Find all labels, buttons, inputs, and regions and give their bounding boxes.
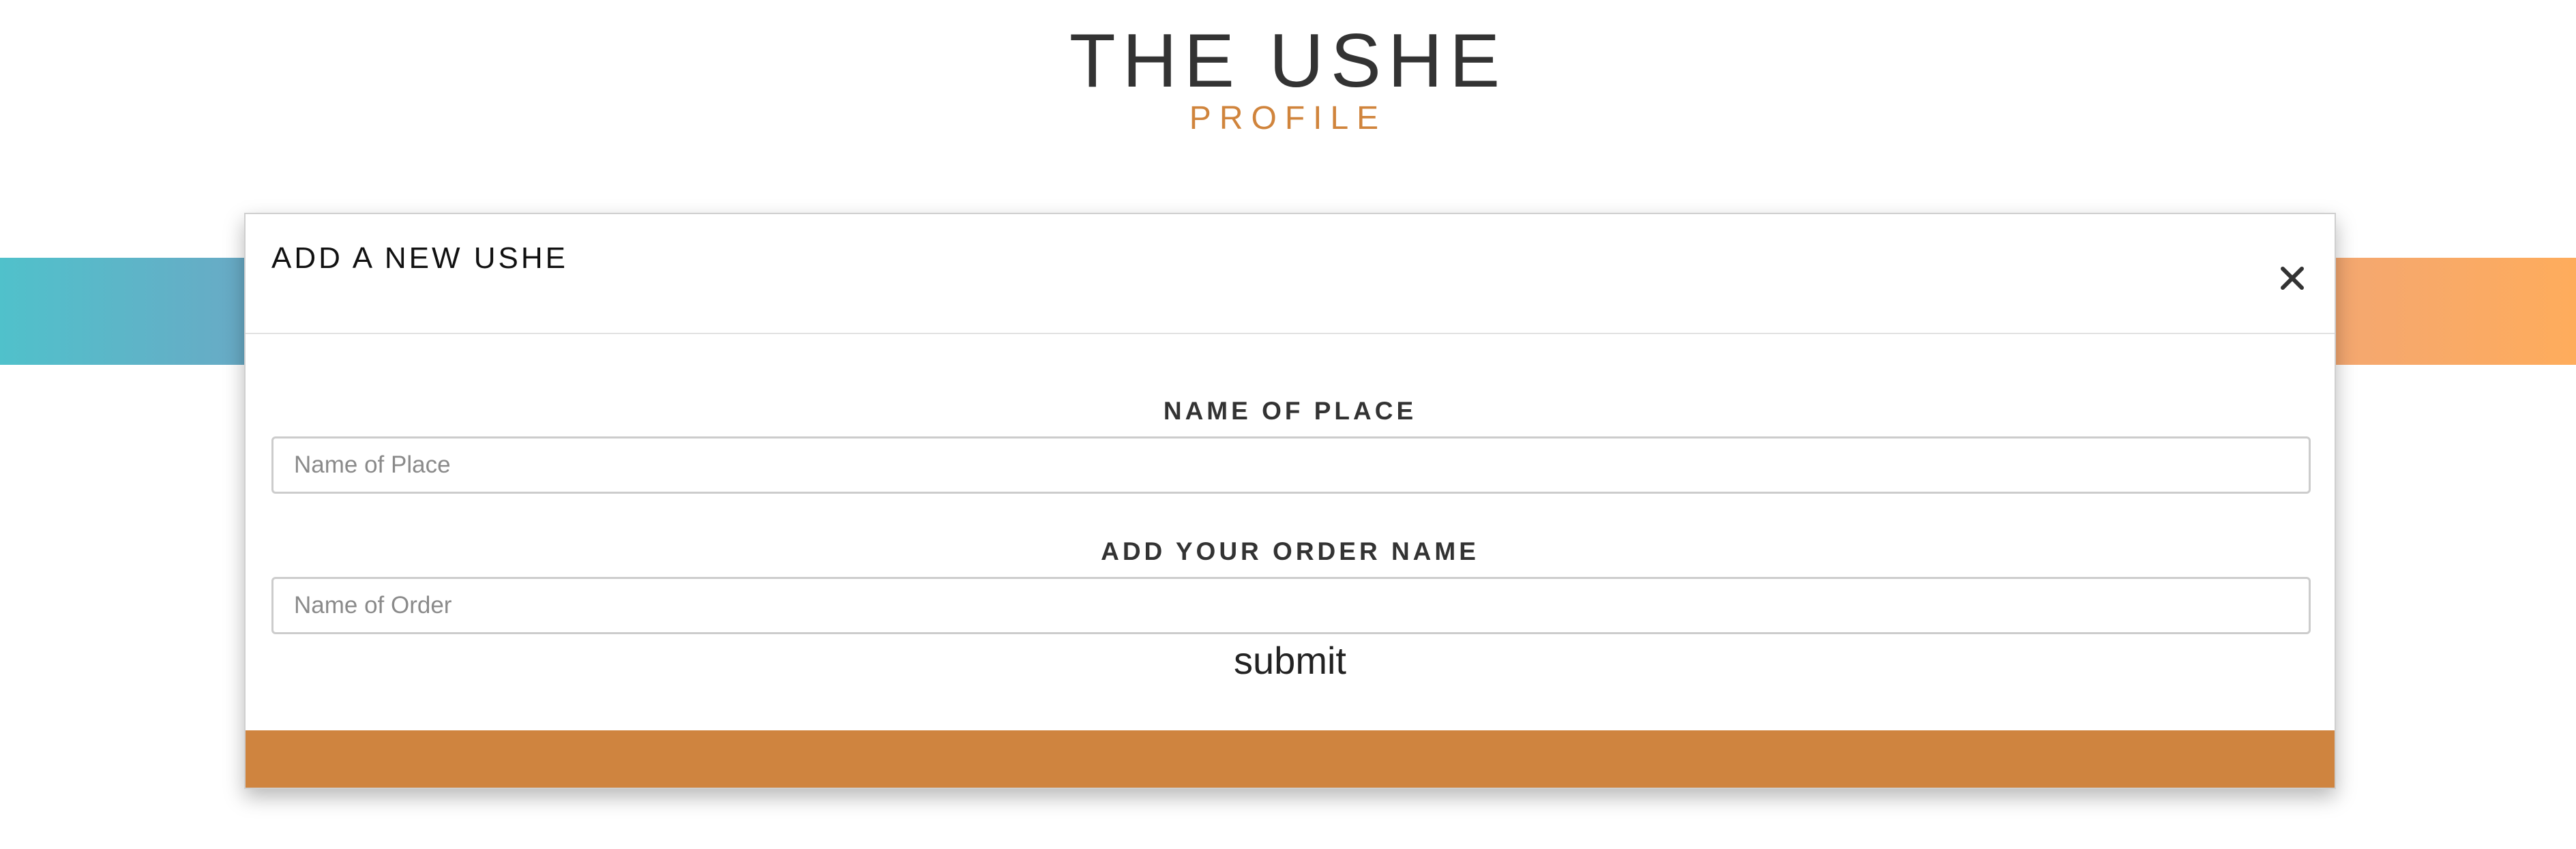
modal-footer	[246, 730, 2335, 788]
close-icon	[2281, 267, 2304, 290]
order-name-input[interactable]	[271, 577, 2311, 634]
add-ushe-modal: ADD A NEW USHE NAME OF PLACE ADD YOUR OR…	[244, 213, 2336, 789]
page: THE USHE PROFILE ADD A NEW USHE NAME OF …	[0, 0, 2576, 849]
submit-button[interactable]: submit	[246, 638, 2335, 683]
brand-subtitle: PROFILE	[1189, 100, 1387, 136]
order-name-label: ADD YOUR ORDER NAME	[1101, 537, 1479, 565]
place-name-label: NAME OF PLACE	[1163, 397, 1417, 425]
brand-title: THE USHE	[1069, 18, 1507, 103]
close-button[interactable]	[2273, 259, 2311, 297]
place-name-input[interactable]	[271, 436, 2311, 494]
modal-header: ADD A NEW USHE	[246, 214, 2335, 334]
modal-title: ADD A NEW USHE	[271, 241, 568, 275]
